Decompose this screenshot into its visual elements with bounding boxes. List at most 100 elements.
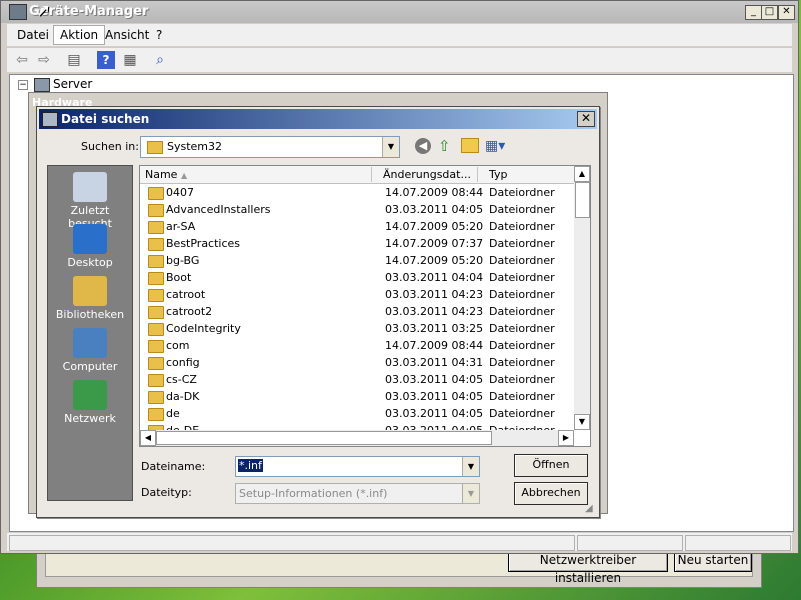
back-arrow-icon[interactable]: ⇦ — [13, 51, 31, 69]
file-date: 03.03.2011 04:05 — [385, 373, 484, 386]
file-row[interactable]: de 03.03.2011 04:05 Dateiordner — [140, 405, 574, 422]
file-row[interactable]: da-DK 03.03.2011 04:05 Dateiordner — [140, 388, 574, 405]
file-row[interactable]: cs-CZ 03.03.2011 04:05 Dateiordner — [140, 371, 574, 388]
file-row[interactable]: CodeIntegrity 03.03.2011 03:25 Dateiordner — [140, 320, 574, 337]
folder-icon — [148, 340, 164, 353]
scan-hardware-icon[interactable]: ⌕ — [151, 51, 169, 69]
folder-icon — [148, 221, 164, 234]
new-folder-icon[interactable] — [461, 138, 479, 153]
place-network-label: Netzwerk — [64, 412, 116, 425]
file-type: Dateiordner — [489, 271, 555, 284]
file-type: Dateiordner — [489, 407, 555, 420]
show-hide-console-tree-icon[interactable]: ▤ — [65, 51, 83, 69]
file-row[interactable]: ar-SA 14.07.2009 05:20 Dateiordner — [140, 218, 574, 235]
dialog-icon — [42, 112, 58, 127]
menu-datei[interactable]: Datei — [11, 26, 55, 44]
file-row[interactable]: catroot 03.03.2011 04:23 Dateiordner — [140, 286, 574, 303]
file-row[interactable]: catroot2 03.03.2011 04:23 Dateiordner — [140, 303, 574, 320]
file-row[interactable]: BestPractices 14.07.2009 07:37 Dateiordner — [140, 235, 574, 252]
folder-icon — [148, 255, 164, 268]
minimize-button[interactable]: _ — [745, 5, 762, 20]
file-type: Dateiordner — [489, 390, 555, 403]
chevron-down-icon[interactable]: ▼ — [462, 484, 479, 503]
file-type: Dateiordner — [489, 339, 555, 352]
file-row[interactable]: config 03.03.2011 04:31 Dateiordner — [140, 354, 574, 371]
column-header-type[interactable]: Typ — [484, 167, 575, 182]
menu-help[interactable]: ? — [150, 26, 168, 44]
filetype-label: Dateityp: — [141, 486, 192, 499]
h-scroll-thumb[interactable] — [156, 431, 492, 445]
place-computer[interactable]: Computer — [48, 328, 132, 373]
collapse-toggle-icon[interactable]: − — [18, 80, 28, 90]
menu-bar: Datei Aktion Ansicht ? — [7, 24, 792, 46]
chevron-down-icon[interactable]: ▼ — [382, 137, 399, 157]
tree-root-server[interactable]: Server — [53, 77, 92, 91]
toolbar: ⇦ ⇨ ▤ ? ▦ ⌕ — [7, 47, 792, 72]
file-type: Dateiordner — [489, 322, 555, 335]
file-row[interactable]: bg-BG 14.07.2009 05:20 Dateiordner — [140, 252, 574, 269]
look-in-dropdown[interactable]: System32 ▼ — [140, 136, 400, 158]
folder-icon — [148, 238, 164, 251]
scroll-down-icon[interactable]: ▼ — [574, 414, 590, 430]
scroll-up-icon[interactable]: ▲ — [574, 166, 590, 182]
file-row[interactable]: AdvancedInstallers 03.03.2011 04:05 Dateio… — [140, 201, 574, 218]
file-row[interactable]: 0407 14.07.2009 08:44 Dateiordner — [140, 184, 574, 201]
file-type: Dateiordner — [489, 203, 555, 216]
horizontal-scrollbar[interactable]: ◀ ▶ — [140, 430, 574, 446]
properties-icon[interactable]: ▦ — [121, 51, 139, 69]
look-in-label: Suchen in: — [81, 140, 139, 153]
menu-aktion[interactable]: Aktion — [53, 25, 106, 45]
status-segment — [685, 535, 791, 551]
recent-places-icon — [73, 172, 107, 202]
title-bar: Geräte-Manager _ □ ✕ — [1, 1, 798, 23]
help-icon[interactable]: ? — [97, 51, 115, 69]
file-date: 03.03.2011 04:23 — [385, 305, 484, 318]
file-date: 03.03.2011 04:05 — [385, 390, 484, 403]
chevron-down-icon[interactable]: ▼ — [462, 457, 479, 476]
place-desktop[interactable]: Desktop — [48, 224, 132, 269]
back-icon[interactable]: ◀ — [415, 138, 431, 154]
place-recent[interactable]: Zuletzt besucht — [48, 172, 132, 230]
resize-grip-icon[interactable]: ◢ — [585, 503, 593, 514]
open-button[interactable]: Öffnen — [514, 454, 588, 477]
scroll-right-icon[interactable]: ▶ — [558, 430, 574, 446]
folder-icon — [148, 272, 164, 285]
maximize-button[interactable]: □ — [761, 5, 778, 20]
places-bar: Zuletzt besucht Desktop Bibliotheken Com… — [47, 165, 133, 501]
status-segment — [9, 535, 575, 551]
forward-arrow-icon[interactable]: ⇨ — [35, 51, 53, 69]
file-type: Dateiordner — [489, 186, 555, 199]
column-header-date[interactable]: Änderungsdat... — [378, 167, 478, 182]
file-row[interactable]: com 14.07.2009 08:44 Dateiordner — [140, 337, 574, 354]
filename-input[interactable]: *.inf ▼ — [235, 456, 480, 477]
up-folder-icon[interactable]: ⇧ — [438, 137, 451, 155]
filename-label: Dateiname: — [141, 460, 206, 473]
place-libraries[interactable]: Bibliotheken — [48, 276, 132, 321]
file-name: AdvancedInstallers — [166, 203, 271, 216]
filetype-select[interactable]: Setup-Informationen (*.inf) ▼ — [235, 483, 480, 504]
folder-icon — [148, 374, 164, 387]
file-type: Dateiordner — [489, 254, 555, 267]
file-name: config — [166, 356, 200, 369]
file-date: 03.03.2011 04:05 — [385, 203, 484, 216]
cancel-button[interactable]: Abbrechen — [514, 482, 588, 505]
file-name: catroot — [166, 288, 206, 301]
scroll-left-icon[interactable]: ◀ — [140, 430, 156, 446]
file-date: 14.07.2009 05:20 — [385, 254, 484, 267]
column-header-name[interactable]: Name ▲ — [140, 167, 372, 182]
scroll-thumb[interactable] — [575, 182, 590, 218]
place-desktop-label: Desktop — [67, 256, 113, 269]
close-button[interactable]: ✕ — [778, 5, 795, 20]
menu-ansicht[interactable]: Ansicht — [99, 26, 155, 44]
filetype-value: Setup-Informationen (*.inf) — [239, 487, 388, 500]
file-name: BestPractices — [166, 237, 241, 250]
file-date: 14.07.2009 05:20 — [385, 220, 484, 233]
vertical-scrollbar[interactable]: ▲ ▼ — [574, 166, 590, 430]
file-row[interactable]: Boot 03.03.2011 04:04 Dateiordner — [140, 269, 574, 286]
mouse-cursor-icon: ➚ — [36, 0, 52, 21]
file-name: ar-SA — [166, 220, 196, 233]
dialog-close-button[interactable]: ✕ — [577, 111, 595, 127]
file-type: Dateiordner — [489, 237, 555, 250]
view-menu-icon[interactable]: ▦▾ — [485, 138, 505, 154]
place-network[interactable]: Netzwerk — [48, 380, 132, 425]
